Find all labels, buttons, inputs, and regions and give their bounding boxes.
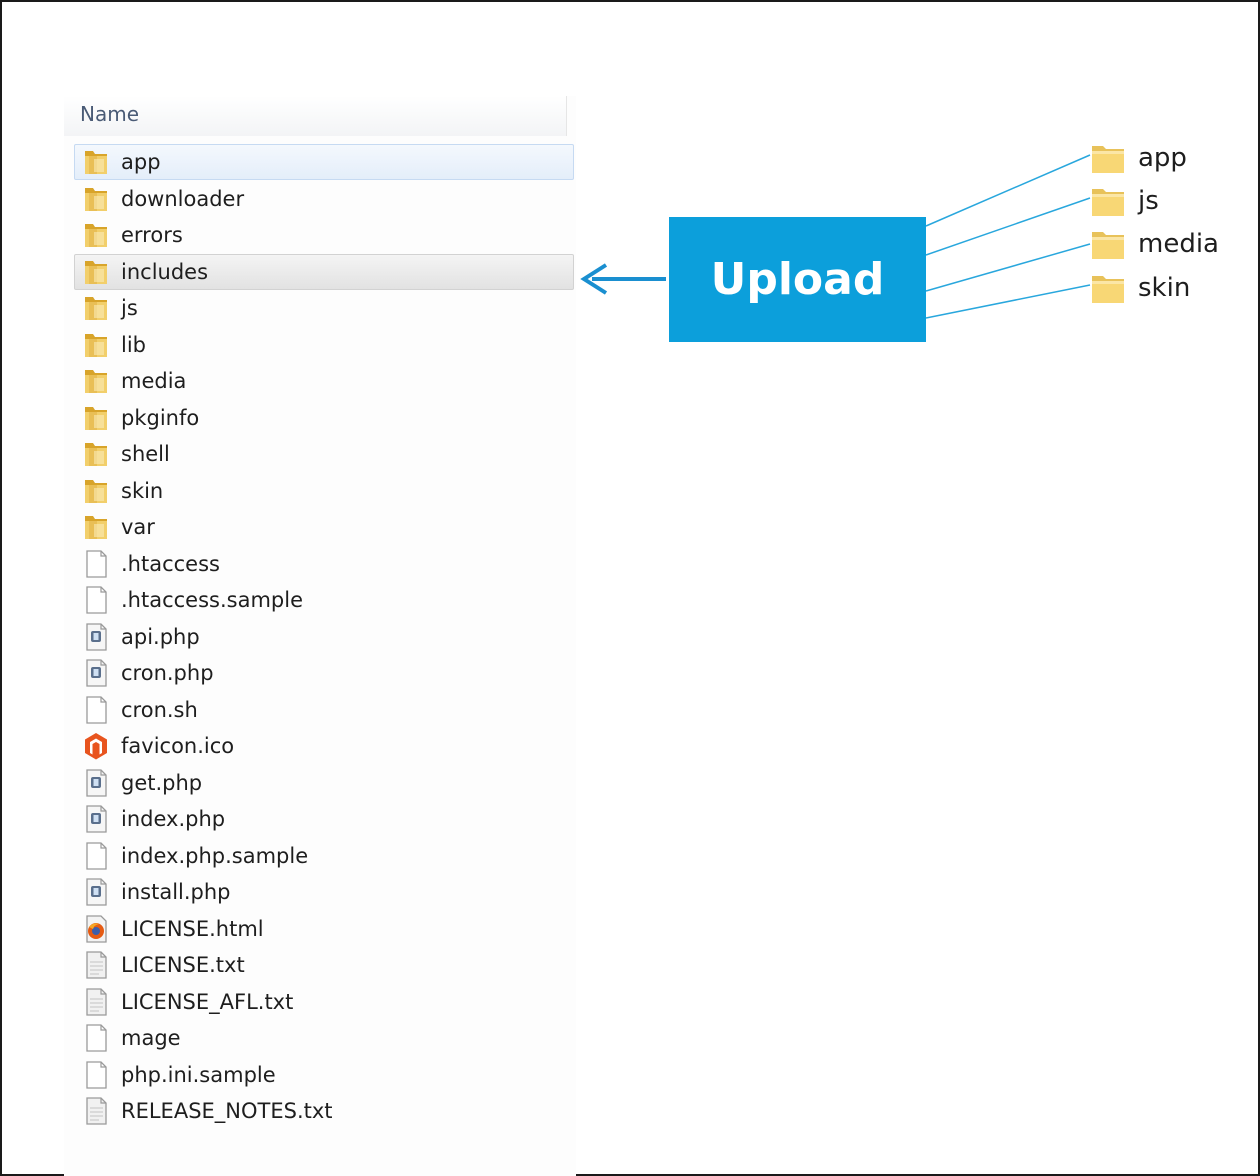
connector-line-media	[925, 243, 1091, 292]
connector-line-skin	[925, 284, 1091, 319]
folder-icon	[1090, 270, 1126, 306]
connector-line-app	[925, 154, 1091, 227]
upload-folder-label: skin	[1138, 273, 1191, 303]
left-arrow-icon	[580, 263, 666, 295]
connector-overlay	[580, 154, 1091, 319]
upload-folder-media: media	[1090, 224, 1250, 264]
upload-box: Upload	[669, 217, 926, 342]
upload-folder-label: app	[1138, 143, 1187, 173]
upload-folder-skin: skin	[1090, 268, 1250, 308]
folder-icon	[1090, 183, 1126, 219]
upload-folder-app: app	[1090, 138, 1250, 178]
folder-icon	[1090, 226, 1126, 262]
upload-folder-label: media	[1138, 229, 1219, 259]
folder-icon	[1090, 140, 1126, 176]
connector-line-js	[925, 197, 1091, 256]
connector-lines	[925, 154, 1091, 319]
upload-folder-label: js	[1138, 186, 1159, 216]
upload-folder-js: js	[1090, 181, 1250, 221]
upload-label: Upload	[710, 254, 885, 305]
